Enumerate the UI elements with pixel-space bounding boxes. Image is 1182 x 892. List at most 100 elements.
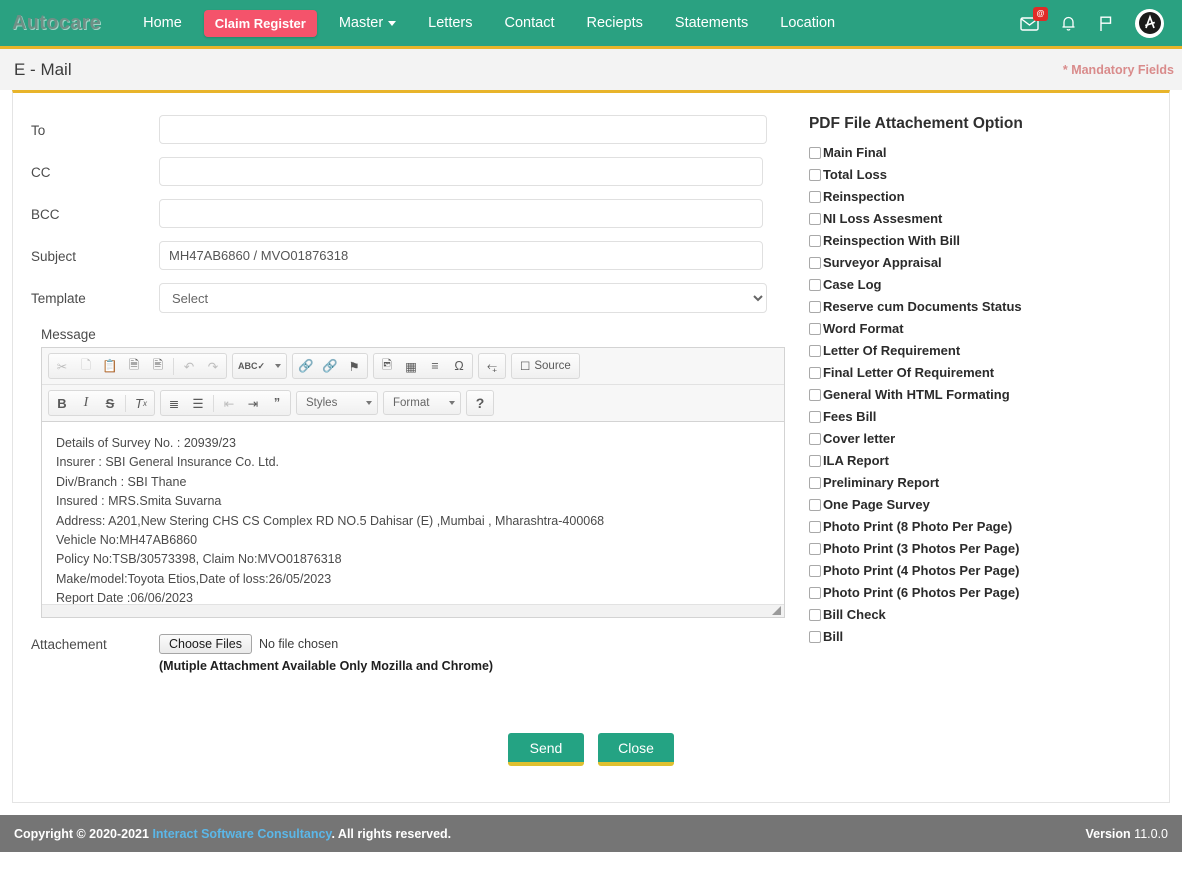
- checkbox-icon[interactable]: [808, 300, 821, 313]
- checkbox-icon[interactable]: [808, 410, 821, 423]
- table-icon[interactable]: ▦: [399, 355, 423, 377]
- nav-item-contact[interactable]: Contact: [489, 9, 571, 37]
- source-button[interactable]: ☐ Source: [513, 355, 578, 377]
- checkbox-icon[interactable]: [808, 344, 821, 357]
- nav-item-master[interactable]: Master: [323, 9, 412, 37]
- pdf-option-photo-print-3[interactable]: Photo Print (3 Photos Per Page): [805, 541, 1169, 556]
- link-icon[interactable]: 🔗: [294, 355, 318, 377]
- nav-item-home[interactable]: Home: [127, 9, 198, 37]
- format-dropdown[interactable]: Format: [383, 391, 461, 415]
- pdf-option-reserve-cum-documents-status[interactable]: Reserve cum Documents Status: [805, 299, 1169, 314]
- blockquote-icon[interactable]: ”: [265, 392, 289, 414]
- cc-input[interactable]: [159, 157, 763, 186]
- flag-icon[interactable]: [1098, 15, 1113, 32]
- anchor-icon[interactable]: ⚑: [342, 355, 366, 377]
- pdf-option-case-log[interactable]: Case Log: [805, 277, 1169, 292]
- checkbox-icon[interactable]: [808, 146, 821, 159]
- special-character-icon[interactable]: Ω: [447, 355, 471, 377]
- checkbox-icon[interactable]: [808, 498, 821, 511]
- send-button[interactable]: Send: [508, 733, 584, 766]
- strikethrough-icon[interactable]: S: [98, 392, 122, 414]
- pdf-option-preliminary-report[interactable]: Preliminary Report: [805, 475, 1169, 490]
- pdf-option-photo-print-6[interactable]: Photo Print (6 Photos Per Page): [805, 585, 1169, 600]
- mail-icon[interactable]: @: [1020, 6, 1048, 31]
- styles-dropdown[interactable]: Styles: [296, 391, 378, 415]
- pdf-option-letter-of-requirement[interactable]: Letter Of Requirement: [805, 343, 1169, 358]
- bold-icon[interactable]: B: [50, 392, 74, 414]
- nav-item-claim-register[interactable]: Claim Register: [203, 9, 317, 37]
- horizontal-rule-icon[interactable]: ≡: [423, 355, 447, 377]
- pdf-option-main-final[interactable]: Main Final: [805, 145, 1169, 160]
- maximize-icon[interactable]: ⥆: [480, 355, 504, 377]
- checkbox-icon[interactable]: [808, 520, 821, 533]
- checkbox-icon[interactable]: [808, 454, 821, 467]
- resize-handle[interactable]: [772, 606, 781, 615]
- checkbox-icon[interactable]: [808, 388, 821, 401]
- paste-icon[interactable]: 📋: [98, 355, 122, 377]
- pdf-option-ni-loss-assesment[interactable]: NI Loss Assesment: [805, 211, 1169, 226]
- checkbox-icon[interactable]: [808, 476, 821, 489]
- indent-icon[interactable]: ⇥: [241, 392, 265, 414]
- pdf-option-ila-report[interactable]: ILA Report: [805, 453, 1169, 468]
- choose-files-button[interactable]: Choose Files: [159, 634, 252, 654]
- pdf-option-total-loss[interactable]: Total Loss: [805, 167, 1169, 182]
- cut-icon[interactable]: ✂: [50, 355, 74, 377]
- pdf-option-word-format[interactable]: Word Format: [805, 321, 1169, 336]
- pdf-option-photo-print-4[interactable]: Photo Print (4 Photos Per Page): [805, 563, 1169, 578]
- company-link[interactable]: Interact Software Consultancy: [152, 827, 331, 841]
- checkbox-icon[interactable]: [808, 212, 821, 225]
- pdf-option-fees-bill[interactable]: Fees Bill: [805, 409, 1169, 424]
- close-button[interactable]: Close: [598, 733, 674, 766]
- pdf-option-reinspection-with-bill[interactable]: Reinspection With Bill: [805, 233, 1169, 248]
- bcc-input[interactable]: [159, 199, 763, 228]
- checkbox-icon[interactable]: [808, 256, 821, 269]
- template-select[interactable]: Select: [159, 283, 767, 313]
- nav-item-location[interactable]: Location: [764, 9, 851, 37]
- checkbox-icon[interactable]: [808, 234, 821, 247]
- chevron-down-icon[interactable]: [275, 364, 282, 368]
- outdent-icon[interactable]: ⇤: [217, 392, 241, 414]
- pdf-option-bill-check[interactable]: Bill Check: [805, 607, 1169, 622]
- checkbox-icon[interactable]: [808, 278, 821, 291]
- nav-item-reciepts[interactable]: Reciepts: [570, 9, 658, 37]
- checkbox-icon[interactable]: [808, 608, 821, 621]
- to-input[interactable]: [159, 115, 767, 144]
- remove-format-icon[interactable]: Tx: [129, 392, 153, 414]
- brand-logo[interactable]: Autocare: [12, 12, 101, 35]
- numbered-list-icon[interactable]: ≣: [162, 392, 186, 414]
- pdf-option-general-with-html-formating[interactable]: General With HTML Formating: [805, 387, 1169, 402]
- paste-from-word-icon[interactable]: 🖹: [146, 355, 170, 377]
- paste-as-text-icon[interactable]: 🗎: [122, 355, 146, 377]
- italic-icon[interactable]: I: [74, 392, 98, 414]
- checkbox-icon[interactable]: [808, 630, 821, 643]
- image-icon[interactable]: 🖻: [375, 355, 399, 377]
- pdf-option-cover-letter[interactable]: Cover letter: [805, 431, 1169, 446]
- pdf-option-final-letter-of-requirement[interactable]: Final Letter Of Requirement: [805, 365, 1169, 380]
- bell-icon[interactable]: [1061, 15, 1076, 32]
- checkbox-icon[interactable]: [808, 168, 821, 181]
- unlink-icon[interactable]: 🔗: [318, 355, 342, 377]
- pdf-option-one-page-survey[interactable]: One Page Survey: [805, 497, 1169, 512]
- nav-item-statements[interactable]: Statements: [659, 9, 764, 37]
- checkbox-icon[interactable]: [808, 190, 821, 203]
- avatar[interactable]: [1135, 8, 1164, 38]
- pdf-option-bill[interactable]: Bill: [805, 629, 1169, 644]
- pdf-option-surveyor-appraisal[interactable]: Surveyor Appraisal: [805, 255, 1169, 270]
- checkbox-icon[interactable]: [808, 564, 821, 577]
- message-body[interactable]: Details of Survey No. : 20939/23 Insurer…: [42, 422, 784, 604]
- pdf-option-reinspection[interactable]: Reinspection: [805, 189, 1169, 204]
- nav-item-letters[interactable]: Letters: [412, 9, 488, 37]
- checkbox-icon[interactable]: [808, 586, 821, 599]
- checkbox-icon[interactable]: [808, 542, 821, 555]
- checkbox-icon[interactable]: [808, 366, 821, 379]
- checkbox-icon[interactable]: [808, 432, 821, 445]
- bulleted-list-icon[interactable]: ☰: [186, 392, 210, 414]
- spellcheck-icon[interactable]: ABC✓: [234, 355, 269, 377]
- undo-icon[interactable]: ↶: [177, 355, 201, 377]
- pdf-option-photo-print-8[interactable]: Photo Print (8 Photo Per Page): [805, 519, 1169, 534]
- subject-input[interactable]: [159, 241, 763, 270]
- checkbox-icon[interactable]: [808, 322, 821, 335]
- copy-icon[interactable]: 🗋: [74, 355, 98, 377]
- help-icon[interactable]: ?: [468, 392, 492, 414]
- redo-icon[interactable]: ↷: [201, 355, 225, 377]
